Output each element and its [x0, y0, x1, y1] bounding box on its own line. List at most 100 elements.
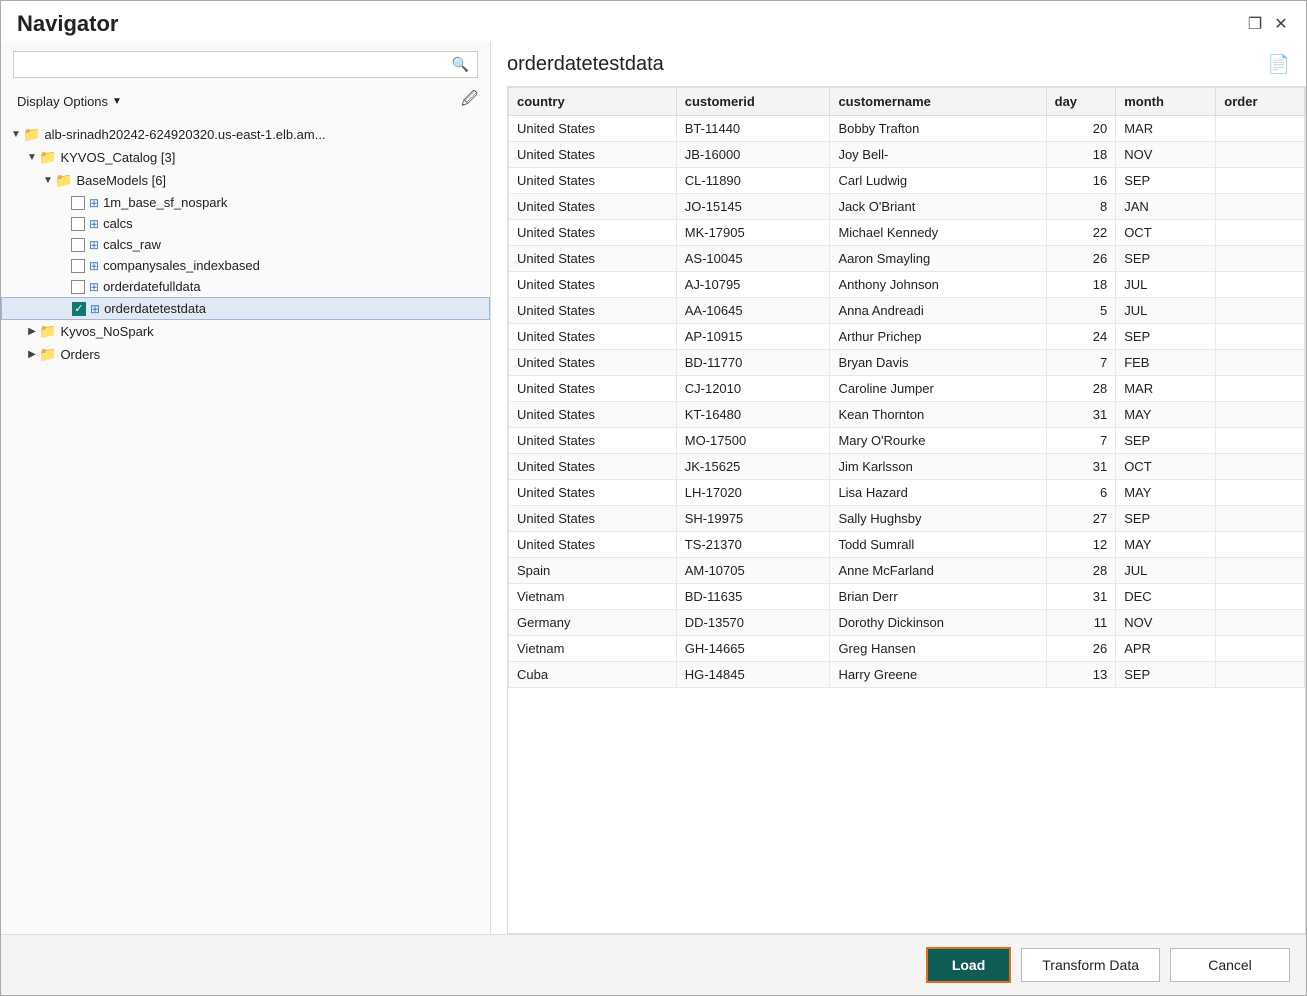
table-cell: Todd Sumrall	[830, 532, 1046, 558]
table-cell: MO-17500	[676, 428, 830, 454]
table-cell: AS-10045	[676, 246, 830, 272]
table-cell: SEP	[1116, 662, 1216, 688]
table-cell: Mary O'Rourke	[830, 428, 1046, 454]
table-row: United StatesBD-11770Bryan Davis7FEB	[509, 350, 1305, 376]
table-cell: JK-15625	[676, 454, 830, 480]
table-cell: BD-11770	[676, 350, 830, 376]
table-icon: ⊞	[90, 302, 100, 316]
tree-item-calcs_raw[interactable]: ⊞calcs_raw	[1, 234, 490, 255]
tree-item-calcs[interactable]: ⊞calcs	[1, 213, 490, 234]
tree-item-label: alb-srinadh20242-624920320.us-east-1.elb…	[44, 127, 325, 142]
table-cell: United States	[509, 298, 677, 324]
load-button[interactable]: Load	[926, 947, 1011, 983]
tree-item-kyvos_nospark[interactable]: ▶📁Kyvos_NoSpark	[1, 320, 490, 343]
table-cell: SEP	[1116, 168, 1216, 194]
table-row: SpainAM-10705Anne McFarland28JUL	[509, 558, 1305, 584]
table-cell: United States	[509, 350, 677, 376]
table-cell: United States	[509, 454, 677, 480]
table-cell: SEP	[1116, 506, 1216, 532]
title-bar: Navigator ❐ ✕	[1, 1, 1306, 41]
transform-data-button[interactable]: Transform Data	[1021, 948, 1160, 982]
checkbox[interactable]	[71, 280, 85, 294]
table-cell: SEP	[1116, 428, 1216, 454]
table-cell	[1216, 532, 1305, 558]
table-cell: 24	[1046, 324, 1116, 350]
tree-item-basemodels[interactable]: ▼📁BaseModels [6]	[1, 169, 490, 192]
display-options-button[interactable]: Display Options ▼	[13, 92, 126, 111]
tree-item-orders[interactable]: ▶📁Orders	[1, 343, 490, 366]
checkbox[interactable]	[71, 259, 85, 273]
table-cell: 6	[1046, 480, 1116, 506]
edit-icon: 🖉	[461, 91, 478, 108]
table-cell: Jim Karlsson	[830, 454, 1046, 480]
table-cell: 31	[1046, 402, 1116, 428]
search-icon[interactable]: 🔍	[452, 56, 469, 73]
table-cell: United States	[509, 220, 677, 246]
table-cell	[1216, 298, 1305, 324]
table-cell: MAY	[1116, 402, 1216, 428]
table-cell: Spain	[509, 558, 677, 584]
table-cell: GH-14665	[676, 636, 830, 662]
tree-area: ▼📁alb-srinadh20242-624920320.us-east-1.e…	[1, 123, 490, 934]
tree-item-orderdatefulldata[interactable]: ⊞orderdatefulldata	[1, 276, 490, 297]
search-input[interactable]	[22, 57, 452, 72]
table-cell: AA-10645	[676, 298, 830, 324]
tree-item-server[interactable]: ▼📁alb-srinadh20242-624920320.us-east-1.e…	[1, 123, 490, 146]
folder-icon: 📁	[23, 126, 40, 143]
table-cell: MAY	[1116, 532, 1216, 558]
checkbox[interactable]	[71, 238, 85, 252]
table-cell: JUL	[1116, 298, 1216, 324]
restore-button[interactable]: ❐	[1246, 15, 1264, 33]
table-cell	[1216, 506, 1305, 532]
checkbox[interactable]: ✓	[72, 302, 86, 316]
table-cell	[1216, 454, 1305, 480]
tree-item-1m_base[interactable]: ⊞1m_base_sf_nospark	[1, 192, 490, 213]
table-cell: BD-11635	[676, 584, 830, 610]
close-button[interactable]: ✕	[1272, 15, 1290, 33]
table-cell: United States	[509, 506, 677, 532]
right-header: orderdatetestdata 📄	[507, 53, 1306, 76]
tree-item-companysales[interactable]: ⊞companysales_indexbased	[1, 255, 490, 276]
tree-item-orderdatetestdata[interactable]: ✓⊞orderdatetestdata	[1, 297, 490, 320]
cancel-button[interactable]: Cancel	[1170, 948, 1290, 982]
chevron-down-icon: ▼	[112, 96, 122, 107]
table-cell: AP-10915	[676, 324, 830, 350]
table-options-button[interactable]: 📄	[1268, 54, 1290, 75]
table-cell: BT-11440	[676, 116, 830, 142]
data-table-scroll[interactable]: countrycustomeridcustomernamedaymonthord…	[507, 86, 1306, 934]
table-cell: United States	[509, 194, 677, 220]
table-cell: 8	[1046, 194, 1116, 220]
table-row: United StatesTS-21370Todd Sumrall12MAY	[509, 532, 1305, 558]
checkbox[interactable]	[71, 196, 85, 210]
table-row: United StatesSH-19975Sally Hughsby27SEP	[509, 506, 1305, 532]
table-cell: SEP	[1116, 246, 1216, 272]
table-cell: 22	[1046, 220, 1116, 246]
table-cell: JO-15145	[676, 194, 830, 220]
table-cell: Joy Bell-	[830, 142, 1046, 168]
table-row: United StatesAP-10915Arthur Prichep24SEP	[509, 324, 1305, 350]
table-cell: SH-19975	[676, 506, 830, 532]
table-cell: United States	[509, 168, 677, 194]
expand-arrow: ▶	[25, 326, 39, 337]
table-cell: 18	[1046, 272, 1116, 298]
table-cell	[1216, 350, 1305, 376]
table-cell: Arthur Prichep	[830, 324, 1046, 350]
table-row: United StatesCJ-12010Caroline Jumper28MA…	[509, 376, 1305, 402]
checkbox[interactable]	[71, 217, 85, 231]
table-cell	[1216, 636, 1305, 662]
dialog-body: 🔍 Display Options ▼ 🖉 ▼📁alb-srinadh20242…	[1, 41, 1306, 934]
display-options-row: Display Options ▼ 🖉	[1, 86, 490, 123]
edit-icon-button[interactable]: 🖉	[461, 88, 478, 115]
table-cell: OCT	[1116, 454, 1216, 480]
tree-item-label: companysales_indexbased	[103, 258, 260, 273]
tree-item-label: calcs	[103, 216, 133, 231]
table-cell: United States	[509, 324, 677, 350]
tree-item-kyvos_catalog[interactable]: ▼📁KYVOS_Catalog [3]	[1, 146, 490, 169]
table-icon: ⊞	[89, 280, 99, 294]
table-cell	[1216, 584, 1305, 610]
table-row: CubaHG-14845Harry Greene13SEP	[509, 662, 1305, 688]
table-cell	[1216, 168, 1305, 194]
table-cell: United States	[509, 142, 677, 168]
table-cell: KT-16480	[676, 402, 830, 428]
table-cell: Anne McFarland	[830, 558, 1046, 584]
